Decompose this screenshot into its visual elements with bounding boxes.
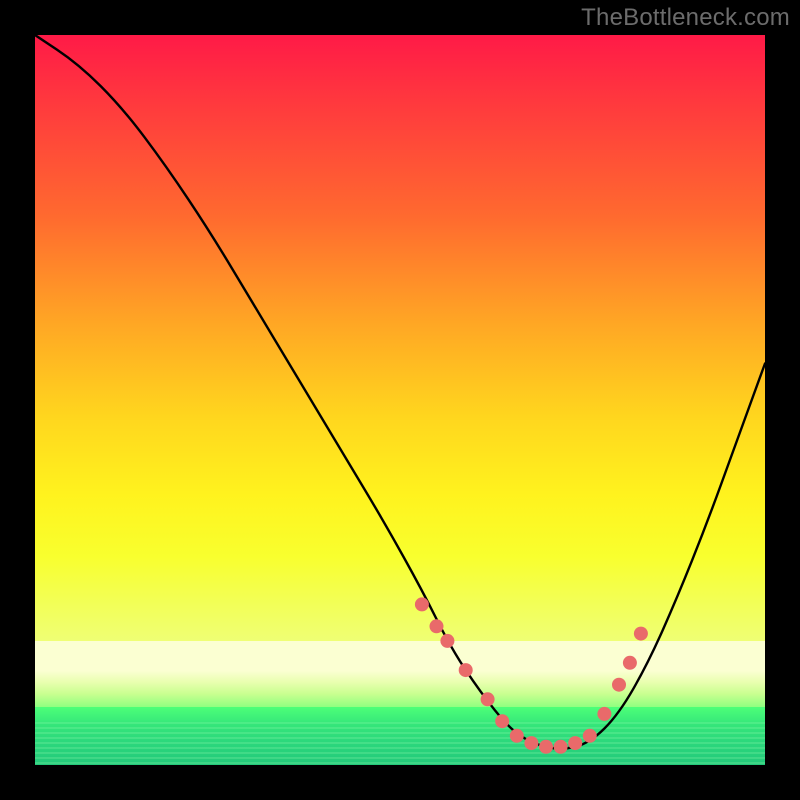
marker-dot — [568, 736, 582, 750]
marker-group — [415, 597, 648, 753]
bottleneck-curve — [35, 35, 765, 749]
marker-dot — [612, 678, 626, 692]
marker-dot — [415, 597, 429, 611]
marker-dot — [539, 740, 553, 754]
plot-area — [35, 35, 765, 765]
marker-dot — [459, 663, 473, 677]
marker-dot — [597, 707, 611, 721]
marker-dot — [430, 619, 444, 633]
marker-dot — [634, 627, 648, 641]
marker-dot — [440, 634, 454, 648]
marker-dot — [583, 729, 597, 743]
marker-dot — [495, 714, 509, 728]
curve-svg — [35, 35, 765, 765]
marker-dot — [623, 656, 637, 670]
marker-dot — [510, 729, 524, 743]
marker-dot — [481, 692, 495, 706]
marker-dot — [524, 736, 538, 750]
marker-dot — [554, 740, 568, 754]
chart-frame: TheBottleneck.com — [0, 0, 800, 800]
watermark-label: TheBottleneck.com — [581, 4, 790, 32]
